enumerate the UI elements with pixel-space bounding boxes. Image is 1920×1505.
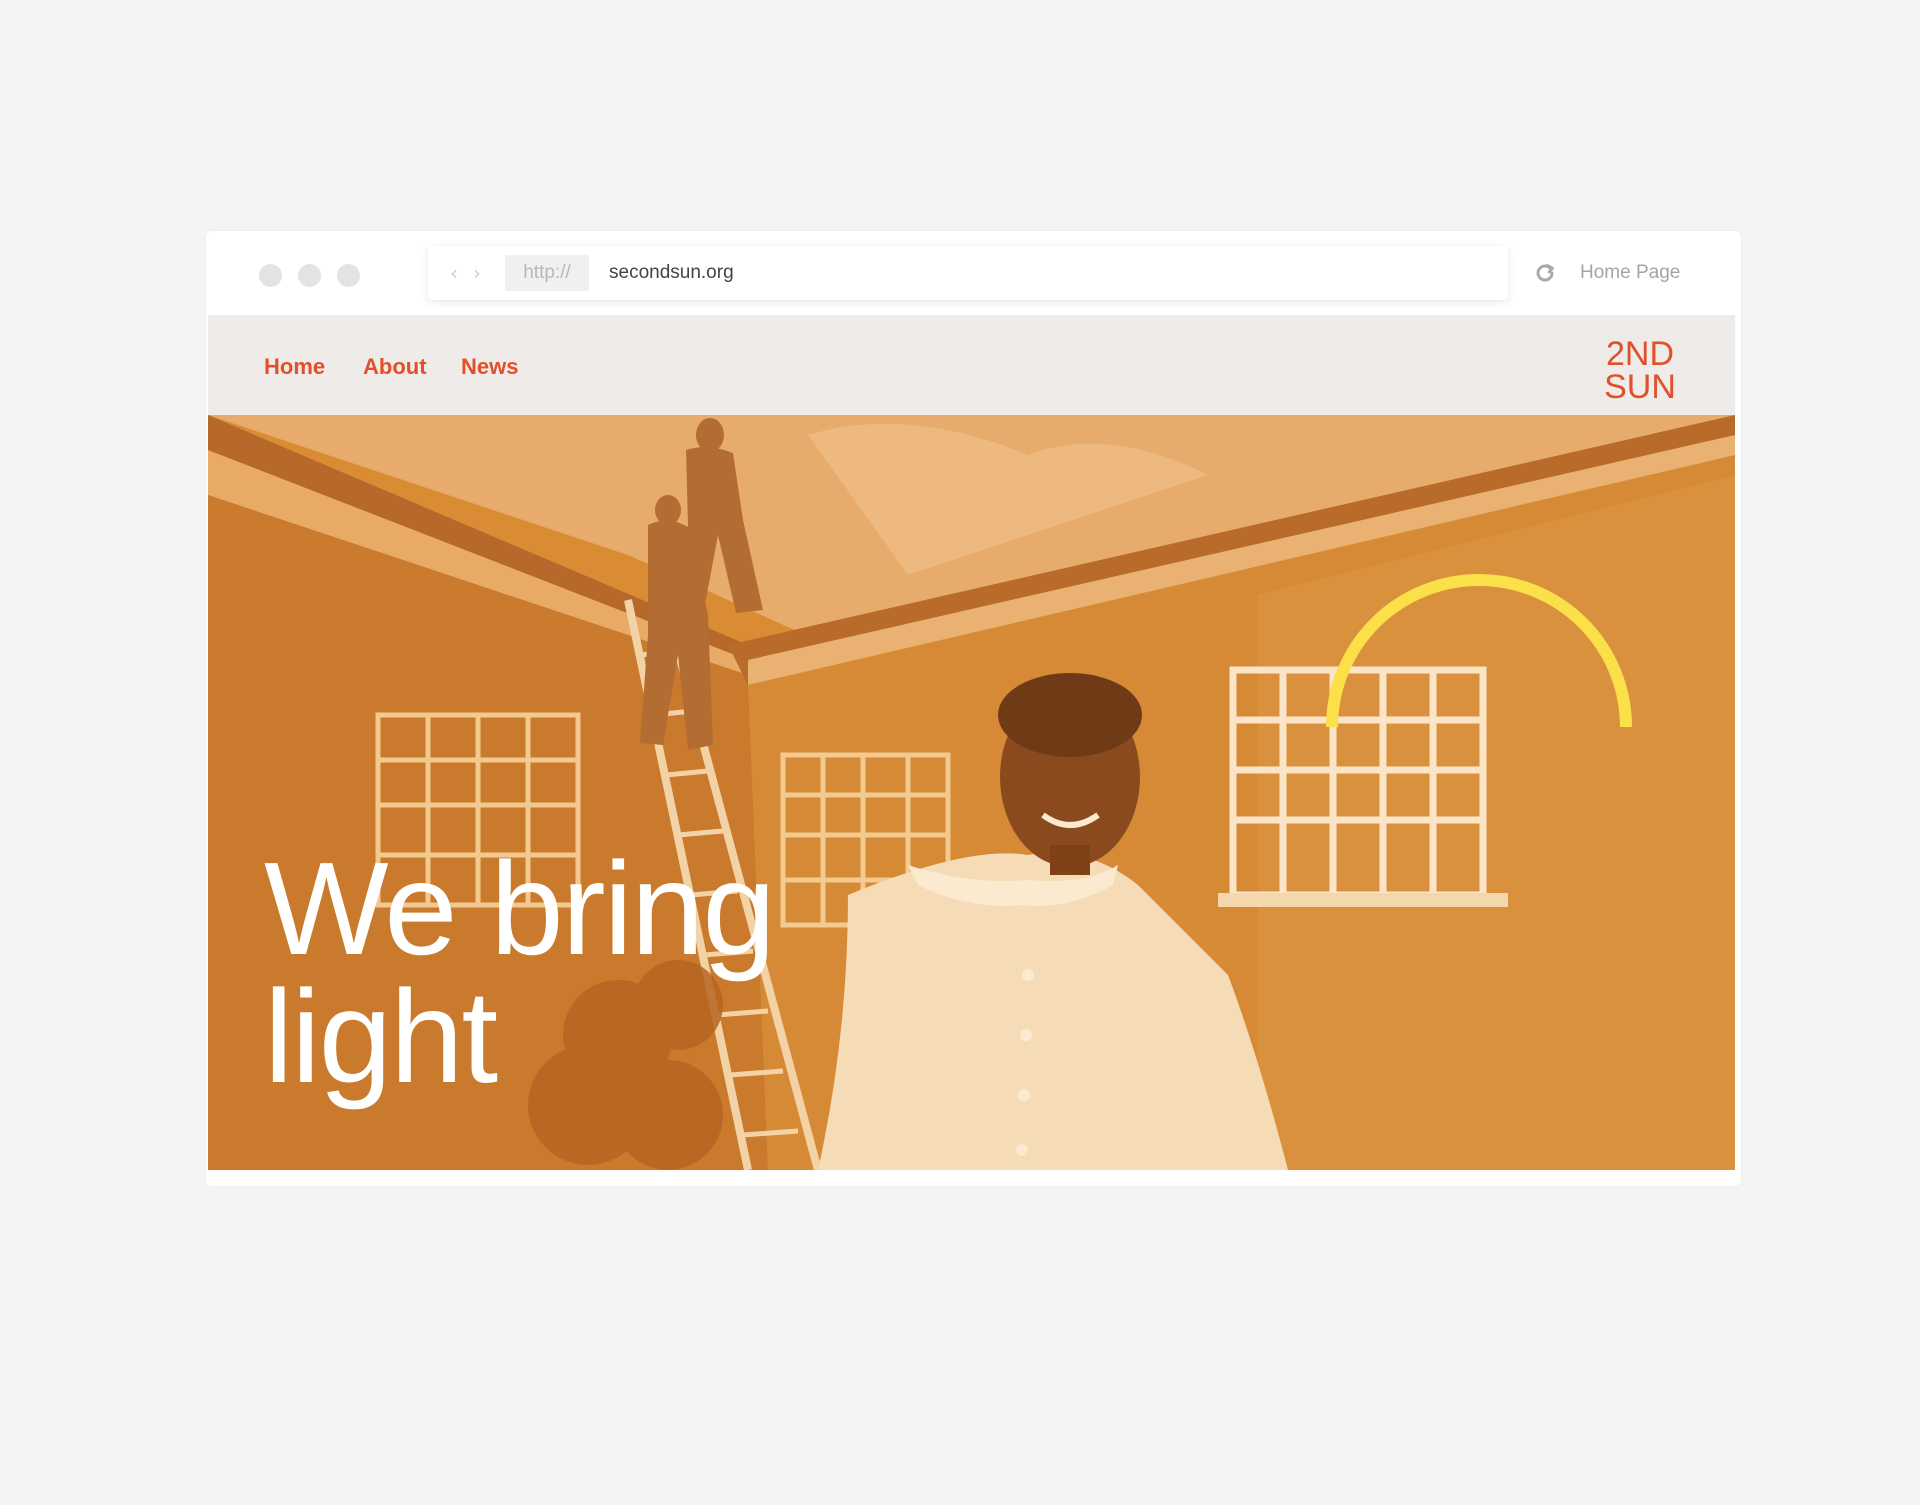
nav-about-link[interactable]: About (363, 354, 427, 380)
sun-arc-graphic (1326, 574, 1632, 728)
forward-icon[interactable]: › (473, 259, 481, 287)
site-navigation: Home About News 2ND SUN (208, 315, 1735, 415)
logo-line2: SUN (1604, 368, 1676, 400)
site-logo[interactable]: 2ND SUN (1590, 336, 1690, 400)
back-icon[interactable]: ‹ (450, 259, 458, 287)
hero-headline: We bring light (264, 835, 776, 1110)
hero-banner: We bring light (208, 415, 1735, 1170)
window-close-dot[interactable] (259, 264, 282, 287)
window-maximize-dot[interactable] (337, 264, 360, 287)
browser-window: ‹ › http:// secondsun.org Home Page Home… (206, 231, 1741, 1186)
url-protocol: http:// (505, 255, 589, 291)
nav-home-link[interactable]: Home (264, 354, 325, 380)
nav-news-link[interactable]: News (461, 354, 518, 380)
url-text[interactable]: secondsun.org (609, 255, 734, 291)
browser-chrome: ‹ › http:// secondsun.org Home Page (206, 231, 1741, 315)
reload-icon[interactable] (1533, 261, 1557, 285)
address-bar[interactable]: ‹ › http:// secondsun.org (428, 246, 1508, 300)
window-minimize-dot[interactable] (298, 264, 321, 287)
home-page-label[interactable]: Home Page (1580, 258, 1680, 288)
